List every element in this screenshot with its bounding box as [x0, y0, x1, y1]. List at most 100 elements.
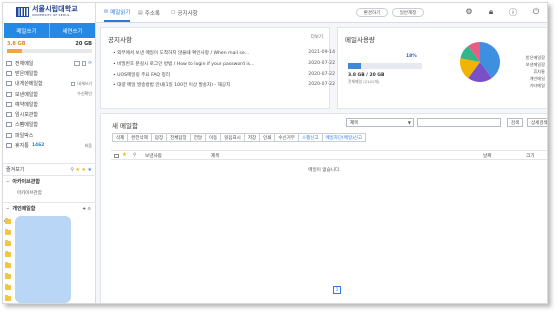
read-receipt-link[interactable]: 수신확인: [77, 91, 92, 97]
gear-icon[interactable]: ⚙: [464, 7, 474, 16]
search-input[interactable]: [417, 118, 501, 127]
usage-bar: [348, 63, 422, 69]
save-button[interactable]: 저장: [243, 133, 261, 142]
folder-icon[interactable]: [5, 295, 11, 301]
inbox-icon: [6, 70, 12, 76]
print-button[interactable]: 인쇄: [259, 133, 276, 142]
tab-mail-read[interactable]: ✉ 메일읽기: [104, 3, 131, 22]
notice-item-title[interactable]: UOS메일링 주요 FAQ 정리: [117, 73, 170, 78]
mailbox-label: 받은메일함: [15, 70, 39, 77]
notice-item-title[interactable]: 대량 메일 발송방법 안내(1일 100건 이상 발송자) - 재공지: [117, 83, 230, 88]
usage-title: 메일사용량: [345, 36, 375, 44]
write-self-link[interactable]: 내게쓰기: [77, 81, 92, 87]
mailbox-inbox[interactable]: 받은메일함: [3, 68, 96, 78]
empty-trash-link[interactable]: 비움: [85, 143, 92, 149]
tab-notice[interactable]: ☐ 공지사항: [171, 3, 198, 22]
archive-header[interactable]: − 아카이브관함: [3, 175, 96, 186]
usage-subtext: 전체메일 (2141개): [348, 79, 380, 84]
delete-button[interactable]: 삭제: [112, 133, 129, 142]
folder-icon[interactable]: [5, 251, 11, 257]
pie-legend: 받은메일함 보낸메일함 휴지통 개인메일 기타메일: [526, 55, 545, 90]
mailbox-spam[interactable]: 스팸메일함: [3, 120, 96, 130]
notice-item-title[interactable]: 외부에서 보낸 메일이 도착하지 않을때 확인사항 / When mail se…: [117, 51, 249, 56]
tab-address-book[interactable]: ▤ 주소록: [138, 3, 160, 22]
quota-total: 20 GB: [75, 41, 92, 47]
reply-all-button[interactable]: 전체답장: [166, 133, 191, 142]
account-pill[interactable]: 일반계정: [392, 8, 424, 17]
folder-icon[interactable]: [5, 229, 11, 235]
collapse-icon[interactable]: −: [6, 206, 9, 211]
mailbox-all[interactable]: 전체메일 ⟳: [3, 58, 96, 68]
address-book-icon: ▤: [138, 9, 143, 16]
notice-item-title[interactable]: 비밀번호 분실시 로그인 방법 / How to login if your p…: [117, 62, 254, 67]
page-button[interactable]: 1: [333, 286, 341, 294]
folder-icon[interactable]: [5, 240, 11, 246]
mailbox-drafts[interactable]: 임시보관함: [3, 109, 96, 119]
permanent-delete-button[interactable]: 완전삭제: [127, 133, 152, 142]
folder-tools-icon[interactable]: ✚ ⚙: [83, 206, 91, 211]
column-subject[interactable]: 제목: [211, 153, 219, 159]
forward-button[interactable]: 전달: [189, 133, 206, 142]
star-blue-icon[interactable]: ★: [88, 167, 92, 173]
write-self-icon: [71, 81, 76, 86]
reply-button[interactable]: 답장: [150, 133, 168, 142]
lock-icon[interactable]: 🔒︎: [486, 7, 496, 17]
paperclip-icon[interactable]: ⚲: [133, 153, 136, 158]
write-mail-button[interactable]: 메일쓰기: [4, 23, 49, 38]
personal-label: 개인메일함: [12, 205, 36, 212]
notice-more-link[interactable]: 더보기: [311, 34, 323, 40]
mail-settings-icon[interactable]: [74, 60, 81, 66]
mailbox-filebox[interactable]: 파일박스: [3, 130, 96, 140]
favorites-header[interactable]: 즐겨보기 ⚲ ★ ★ ★: [3, 163, 96, 175]
detail-search-button[interactable]: 상세검색: [527, 118, 547, 127]
refresh-icon[interactable]: ⟳: [88, 61, 92, 66]
power-icon[interactable]: ⏻: [531, 7, 541, 17]
folder-icon[interactable]: [5, 284, 11, 290]
notice-item-date: 2021-09-14: [308, 50, 335, 55]
report-phishing-button[interactable]: 메일차단(메일)신고: [321, 133, 367, 142]
archive-subfolder[interactable]: 아카이브관함: [17, 190, 42, 196]
settings-pill[interactable]: 환경하기: [356, 8, 388, 17]
star-icon[interactable]: ★: [82, 167, 86, 173]
star-icon[interactable]: ★: [122, 152, 127, 158]
notice-item[interactable]: • 외부에서 보낸 메일이 도착하지 않을때 확인사항 / When mail …: [113, 50, 335, 61]
mailbox-trash[interactable]: 휴지통 1462 비움: [3, 140, 96, 150]
column-date[interactable]: 날짜: [483, 153, 491, 159]
mailbox-sent[interactable]: 보낸메일함 수신확인: [3, 89, 96, 99]
personal-folder-header[interactable]: − 개인메일함 ✚ ⚙: [3, 202, 96, 213]
star-icon[interactable]: ★: [76, 167, 80, 173]
mailbox-icon: [6, 60, 12, 66]
mark-read-button[interactable]: 읽음표시: [220, 133, 245, 142]
search-field-select[interactable]: 제목 ▼: [346, 118, 414, 127]
folder-icon[interactable]: [5, 218, 11, 224]
collapse-icon[interactable]: −: [6, 179, 9, 184]
write-self-button[interactable]: 세연쓰기: [49, 23, 95, 38]
university-logo[interactable]: 서울시립대학교 UNIVERSITY OF SEOUL: [16, 6, 78, 17]
report-spam-button[interactable]: 스팸신고: [297, 133, 323, 142]
folder-icon[interactable]: [5, 262, 11, 268]
chevron-down-icon[interactable]: [82, 60, 87, 66]
mailbox-self[interactable]: 내게쓴메일함 내게쓰기: [3, 79, 96, 89]
column-size[interactable]: 크기: [526, 153, 534, 159]
help-icon[interactable]: ⓘ: [508, 7, 518, 18]
folder-icon[interactable]: [5, 273, 11, 279]
sent-icon: [6, 91, 12, 97]
move-button[interactable]: 이동: [204, 133, 222, 142]
column-sender[interactable]: 보낸사람: [145, 153, 162, 159]
notice-item[interactable]: • 비밀번호 분실시 로그인 방법 / How to login if your…: [113, 61, 335, 72]
search-button[interactable]: 검색: [507, 118, 523, 127]
legend-item: 보낸메일함: [525, 62, 545, 67]
notice-item[interactable]: • 대량 메일 발송방법 안내(1일 100건 이상 발송자) - 재공지 20…: [113, 82, 335, 93]
compose-button-row: 메일쓰기 세연쓰기: [4, 23, 95, 38]
paperclip-icon[interactable]: ⚲: [70, 167, 74, 173]
mailbox-scheduled[interactable]: 예약메일함: [3, 99, 96, 109]
spam-icon: [6, 122, 12, 128]
empty-list-message: 메일이 없습니다.: [308, 168, 341, 173]
mailbox-title: 새 메일함: [112, 122, 138, 130]
select-all-checkbox[interactable]: [114, 153, 119, 158]
mailbox-label: 전체메일: [15, 60, 34, 67]
storage-quota: 3.8 GB 20 GB: [7, 41, 92, 53]
notice-item[interactable]: • UOS메일링 주요 FAQ 정리 2020-07-22: [113, 72, 335, 83]
chevron-down-icon: ▼: [407, 120, 411, 125]
block-sender-button[interactable]: 수신거부: [274, 133, 299, 142]
